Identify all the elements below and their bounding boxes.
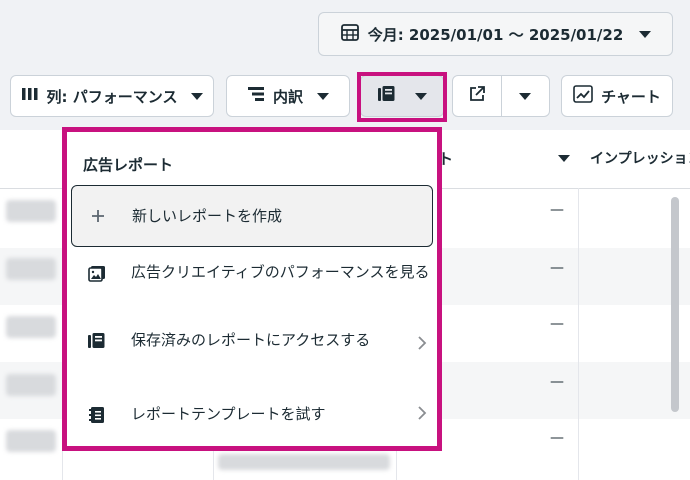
calendar-icon xyxy=(340,22,360,46)
chevron-down-icon xyxy=(191,92,204,100)
menu-title: 広告レポート xyxy=(83,156,174,174)
template-icon xyxy=(83,402,111,424)
chart-icon xyxy=(573,85,593,107)
cell-empty-value: — xyxy=(550,430,564,446)
create-new-report-item[interactable]: 新しいレポートを作成 xyxy=(71,185,433,247)
report-dropdown-menu: 広告レポート 新しいレポートを作成 広告クリエイティブのパフォーマンスを見る 保… xyxy=(62,127,442,451)
column-divider xyxy=(578,188,579,480)
plus-icon xyxy=(84,208,112,224)
chevron-down-icon xyxy=(317,92,329,100)
chevron-down-icon xyxy=(519,92,532,100)
menu-item-label: 広告クリエイティブのパフォーマンスを見る xyxy=(131,263,430,281)
report-templates-item[interactable]: レポートテンプレートを試す xyxy=(71,402,433,432)
image-icon xyxy=(83,260,111,282)
table-scrollbar[interactable] xyxy=(671,197,679,412)
saved-reports-icon xyxy=(83,328,111,350)
columns-button[interactable]: 列: パフォーマンス xyxy=(10,75,214,117)
export-button[interactable] xyxy=(453,76,501,116)
breakdown-label: 内訳 xyxy=(272,87,303,106)
blurred-cell xyxy=(6,374,56,396)
export-button-group xyxy=(452,75,550,117)
menu-item-label: 新しいレポートを作成 xyxy=(132,206,283,225)
creative-performance-item[interactable]: 広告クリエイティブのパフォーマンスを見る xyxy=(71,260,433,316)
highlight-box-reports-button xyxy=(357,72,447,122)
report-toolbar: 列: パフォーマンス 内訳 チャート xyxy=(0,64,690,131)
chevron-down-icon xyxy=(639,30,652,38)
menu-item-label: レポートテンプレートを試す xyxy=(131,405,326,423)
chevron-right-icon xyxy=(411,402,433,421)
blurred-cell xyxy=(6,316,56,338)
sort-caret-icon[interactable] xyxy=(558,155,570,162)
blurred-cell xyxy=(6,258,56,280)
chevron-right-icon xyxy=(411,328,433,351)
breakdown-icon xyxy=(247,86,265,106)
chart-label: チャート xyxy=(601,87,661,106)
saved-reports-item[interactable]: 保存済みのレポートにアクセスする xyxy=(71,328,433,384)
export-icon xyxy=(468,85,486,107)
columns-icon xyxy=(21,86,39,106)
cell-empty-value: — xyxy=(550,202,564,218)
breakdown-button[interactable]: 内訳 xyxy=(226,75,350,117)
blurred-cell xyxy=(6,200,56,222)
date-range-label: 今月: 2025/01/01 〜 2025/01/22 xyxy=(367,25,624,44)
cell-empty-value: — xyxy=(550,260,564,276)
chart-button[interactable]: チャート xyxy=(561,75,673,117)
export-options-button[interactable] xyxy=(501,76,549,116)
cell-empty-value: — xyxy=(550,374,564,390)
blurred-cell xyxy=(6,430,56,452)
cell-empty-value: — xyxy=(550,316,564,332)
menu-item-label: 保存済みのレポートにアクセスする xyxy=(131,331,371,349)
columns-label: 列: パフォーマンス xyxy=(46,87,178,106)
blurred-cell xyxy=(218,454,390,470)
date-range-button[interactable]: 今月: 2025/01/01 〜 2025/01/22 xyxy=(318,12,673,56)
column-header-impressions[interactable]: インプレッション xyxy=(590,148,690,168)
top-bar: 今月: 2025/01/01 〜 2025/01/22 xyxy=(0,0,690,64)
